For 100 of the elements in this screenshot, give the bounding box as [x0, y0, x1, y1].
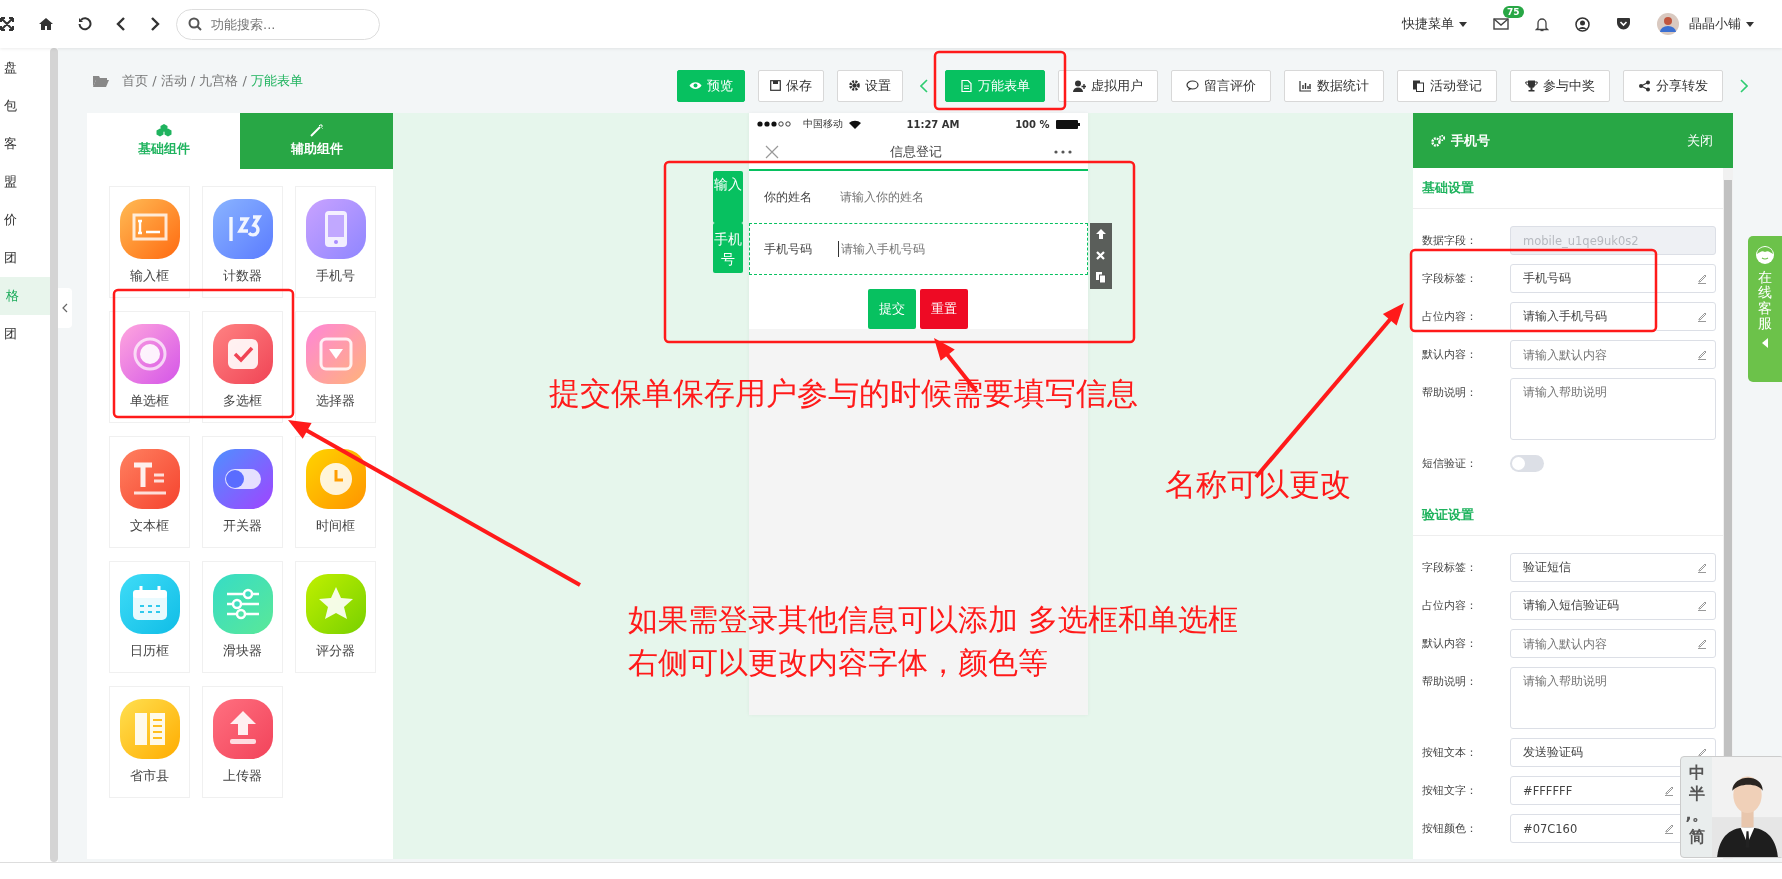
component-tile[interactable]: 文本框: [109, 436, 190, 548]
reset-button[interactable]: 重置: [920, 289, 968, 329]
component-tile[interactable]: 单选框: [109, 311, 190, 423]
eye-icon: [689, 81, 702, 90]
battery-level: 100 %: [1015, 118, 1050, 130]
time-icon: [305, 449, 366, 509]
carrier-name: 中国移动: [802, 117, 843, 131]
quick-menu[interactable]: 快捷菜单: [1402, 15, 1454, 33]
phone-icon: [305, 199, 366, 259]
signal-icon: [756, 121, 793, 127]
text-field[interactable]: 请输入短信验证码: [1510, 591, 1716, 620]
toolbar-tab[interactable]: 数据统计: [1284, 69, 1384, 102]
search-field[interactable]: 功能搜索...: [176, 8, 380, 40]
share-icon: [1638, 79, 1651, 92]
field-label: 按钮文字：: [1422, 783, 1478, 799]
annotation-text: 右侧可以更改内容字体，颜色等: [628, 645, 1048, 681]
trophy-icon: [1525, 79, 1538, 92]
toolbar-tab[interactable]: 参与中奖: [1510, 69, 1610, 102]
text-field[interactable]: 请输入默认内容: [1510, 629, 1716, 658]
annotation-text: 如果需登录其他信息可以添加 多选框和单选框: [628, 602, 1238, 638]
ime-key[interactable]: 半: [1688, 784, 1705, 804]
pencil-icon: [1697, 349, 1707, 360]
pencil-icon: [1697, 311, 1707, 322]
textarea-field[interactable]: 请输入帮助说明: [1510, 378, 1716, 440]
component-tile[interactable]: 滑块器: [202, 561, 283, 673]
gears-icon: [1431, 134, 1445, 147]
forward-icon[interactable]: [150, 17, 160, 31]
component-tile[interactable]: 计数器: [202, 186, 283, 298]
text-field[interactable]: 手机号码: [1510, 264, 1716, 293]
textarea-field[interactable]: 请输入帮助说明: [1510, 667, 1716, 729]
ime-key[interactable]: 简: [1688, 826, 1705, 846]
fullscreen-icon[interactable]: [0, 17, 14, 31]
pencil-icon: [1697, 562, 1707, 573]
move-up-icon[interactable]: [1095, 229, 1106, 239]
search-icon: [188, 16, 202, 31]
pencil-icon: [1697, 273, 1707, 284]
support-icon: [1754, 244, 1776, 264]
panel-title: 手机号: [1451, 131, 1490, 150]
scrollbar[interactable]: [50, 48, 58, 862]
text-input[interactable]: 请输入你的姓名: [837, 189, 992, 205]
text-field[interactable]: 验证短信: [1510, 553, 1716, 582]
collapse-icon: [1762, 337, 1768, 348]
wifi-icon: [848, 119, 861, 129]
settings-button[interactable]: 设置: [837, 69, 903, 102]
save-icon: [770, 80, 781, 91]
avatar[interactable]: [1657, 13, 1679, 35]
status-time: 11:27 AM: [906, 118, 960, 130]
text-input[interactable]: 请输入手机号码: [837, 241, 993, 257]
toolbar-tab[interactable]: 虚拟用户: [1058, 69, 1158, 102]
message-count-badge: 75: [1503, 6, 1524, 18]
more-icon[interactable]: [1053, 150, 1072, 154]
component-tile[interactable]: 省市县: [109, 686, 190, 798]
sidebar-item[interactable]: 盘: [0, 49, 50, 87]
copy-icon: [1412, 79, 1425, 92]
home-icon[interactable]: [38, 17, 54, 31]
gear-icon: [849, 80, 860, 91]
field-label: 手机号码: [763, 240, 813, 258]
delete-icon[interactable]: [1096, 251, 1105, 260]
component-tile[interactable]: 时间框: [295, 436, 376, 548]
close-icon[interactable]: [764, 145, 779, 159]
copy-icon[interactable]: [1095, 272, 1106, 283]
field-label: 占位内容：: [1422, 309, 1478, 325]
collapse-handle[interactable]: [58, 288, 72, 328]
component-tile[interactable]: 手机号: [295, 186, 376, 298]
sidebar-item[interactable]: 团: [0, 239, 50, 277]
user-icon[interactable]: [1575, 16, 1590, 32]
component-tile[interactable]: 开关器: [202, 436, 283, 548]
save-button[interactable]: 保存: [758, 69, 824, 102]
user-name[interactable]: 晶晶小铺: [1689, 15, 1741, 33]
field-label: 按钮颜色：: [1422, 821, 1478, 837]
refresh-icon[interactable]: [78, 17, 92, 31]
mail-icon[interactable]: [1493, 18, 1509, 30]
user-plus-icon: [1073, 79, 1086, 92]
component-tile[interactable]: 多选框: [202, 311, 283, 423]
rating-icon: [305, 574, 366, 634]
component-tile[interactable]: 评分器: [295, 561, 376, 673]
component-tag: 输入: [712, 171, 743, 223]
sidebar-item[interactable]: 价: [0, 201, 50, 239]
field-label: 短信验证：: [1422, 456, 1478, 472]
pencil-icon: [1697, 600, 1707, 611]
field-label: 按钮文本：: [1422, 745, 1478, 761]
bell-icon[interactable]: [1535, 16, 1549, 32]
shield-icon[interactable]: [1616, 17, 1631, 31]
toolbar-tab[interactable]: 留言评价: [1171, 69, 1271, 102]
component-tile[interactable]: 输入框: [109, 186, 190, 298]
component-tile[interactable]: 上传器: [202, 686, 283, 798]
sidebar-item[interactable]: 团: [0, 315, 50, 353]
sidebar-item[interactable]: 客: [0, 125, 50, 163]
toggle-switch[interactable]: [1510, 455, 1544, 472]
component-tile[interactable]: 日历框: [109, 561, 190, 673]
pencil-icon: [1664, 785, 1674, 796]
back-icon[interactable]: [116, 17, 126, 31]
text-field[interactable]: 请输入手机号码: [1510, 302, 1716, 331]
sidebar-item[interactable]: 盟: [0, 163, 50, 201]
component-tile[interactable]: 选择器: [295, 311, 376, 423]
text-icon: [119, 449, 180, 509]
sidebar-item[interactable]: 包: [0, 87, 50, 125]
text-field[interactable]: 请输入默认内容: [1510, 340, 1716, 369]
toolbar-tab[interactable]: 活动登记: [1397, 69, 1497, 102]
toolbar-tab[interactable]: 分享转发: [1623, 69, 1723, 102]
